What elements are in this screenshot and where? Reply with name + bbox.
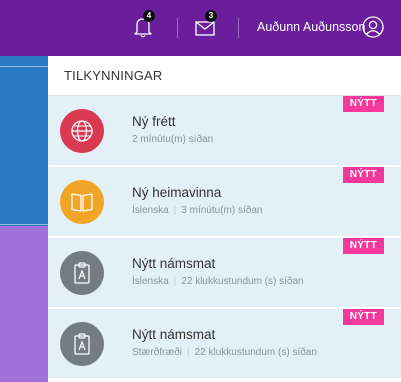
globe-icon bbox=[71, 120, 93, 142]
notification-subject: Íslenska bbox=[132, 205, 169, 216]
notification-list: NÝTT Ný frétt 2 mínútu(m) síðan NÝTT Ný … bbox=[48, 96, 401, 380]
divider bbox=[177, 18, 178, 38]
notification-subject: Stærðfræði bbox=[132, 347, 183, 358]
book-icon bbox=[71, 193, 93, 212]
notification-item[interactable]: NÝTT Nýtt námsmat Stærðfræði | 22 klukkust… bbox=[48, 309, 401, 380]
notification-count-badge: 4 bbox=[143, 10, 155, 22]
meta-divider: | bbox=[187, 347, 190, 358]
tile-divider bbox=[0, 224, 48, 225]
notification-time: 2 mínútu(m) síðan bbox=[132, 134, 214, 145]
notification-title: Nýtt námsmat bbox=[132, 327, 216, 342]
blue-tile bbox=[0, 56, 48, 226]
divider bbox=[238, 18, 239, 38]
notification-item[interactable]: NÝTT Nýtt námsmat Íslenska | 22 klukkustun… bbox=[48, 238, 401, 309]
message-count-badge: 3 bbox=[205, 10, 217, 22]
purple-tile bbox=[0, 226, 48, 382]
notification-subject: Íslenska bbox=[132, 276, 169, 287]
notification-title: Nýtt námsmat bbox=[132, 256, 216, 271]
notification-item[interactable]: NÝTT Ný heimavinna Íslenska | 3 mínútu(m) … bbox=[48, 167, 401, 238]
notification-time: 22 klukkustundum (s) síðan bbox=[181, 276, 304, 287]
tile-divider bbox=[0, 66, 48, 67]
new-badge: NÝTT bbox=[342, 309, 384, 325]
user-icon[interactable] bbox=[362, 16, 384, 38]
notifications-button[interactable]: 4 bbox=[131, 10, 161, 42]
panel-title: TILKYNNINGAR bbox=[48, 56, 401, 96]
new-badge: NÝTT bbox=[342, 238, 384, 254]
background-app-strip bbox=[0, 56, 48, 382]
top-bar: 4 3 Auðunn Auðunsson bbox=[0, 0, 401, 56]
notification-time: 22 klukkustundum (s) síðan bbox=[194, 347, 317, 358]
notification-title: Ný frétt bbox=[132, 114, 176, 129]
new-badge: NÝTT bbox=[342, 96, 384, 112]
notification-avatar bbox=[60, 322, 104, 366]
notification-avatar bbox=[60, 109, 104, 153]
notification-item[interactable]: NÝTT Ný frétt 2 mínútu(m) síðan bbox=[48, 96, 401, 167]
notification-meta: Íslenska | 3 mínútu(m) síðan bbox=[132, 205, 262, 216]
notification-avatar bbox=[60, 251, 104, 295]
messages-button[interactable]: 3 bbox=[193, 10, 223, 42]
notification-meta: Stærðfræði | 22 klukkustundum (s) síðan bbox=[132, 347, 317, 358]
new-badge: NÝTT bbox=[342, 167, 384, 183]
meta-divider: | bbox=[173, 276, 177, 287]
notification-meta: Íslenska | 22 klukkustundum (s) síðan bbox=[132, 276, 304, 287]
notification-time: 3 mínútu(m) síðan bbox=[181, 205, 263, 216]
clipboard-icon bbox=[74, 262, 90, 284]
notification-meta: 2 mínútu(m) síðan bbox=[132, 134, 213, 145]
notification-avatar bbox=[60, 180, 104, 224]
notifications-panel: TILKYNNINGAR NÝTT Ný frétt 2 mínútu(m) s… bbox=[48, 56, 401, 382]
notification-title: Ný heimavinna bbox=[132, 185, 222, 200]
meta-divider: | bbox=[173, 205, 177, 216]
clipboard-icon bbox=[74, 333, 90, 355]
user-name[interactable]: Auðunn Auðunsson bbox=[257, 20, 365, 34]
